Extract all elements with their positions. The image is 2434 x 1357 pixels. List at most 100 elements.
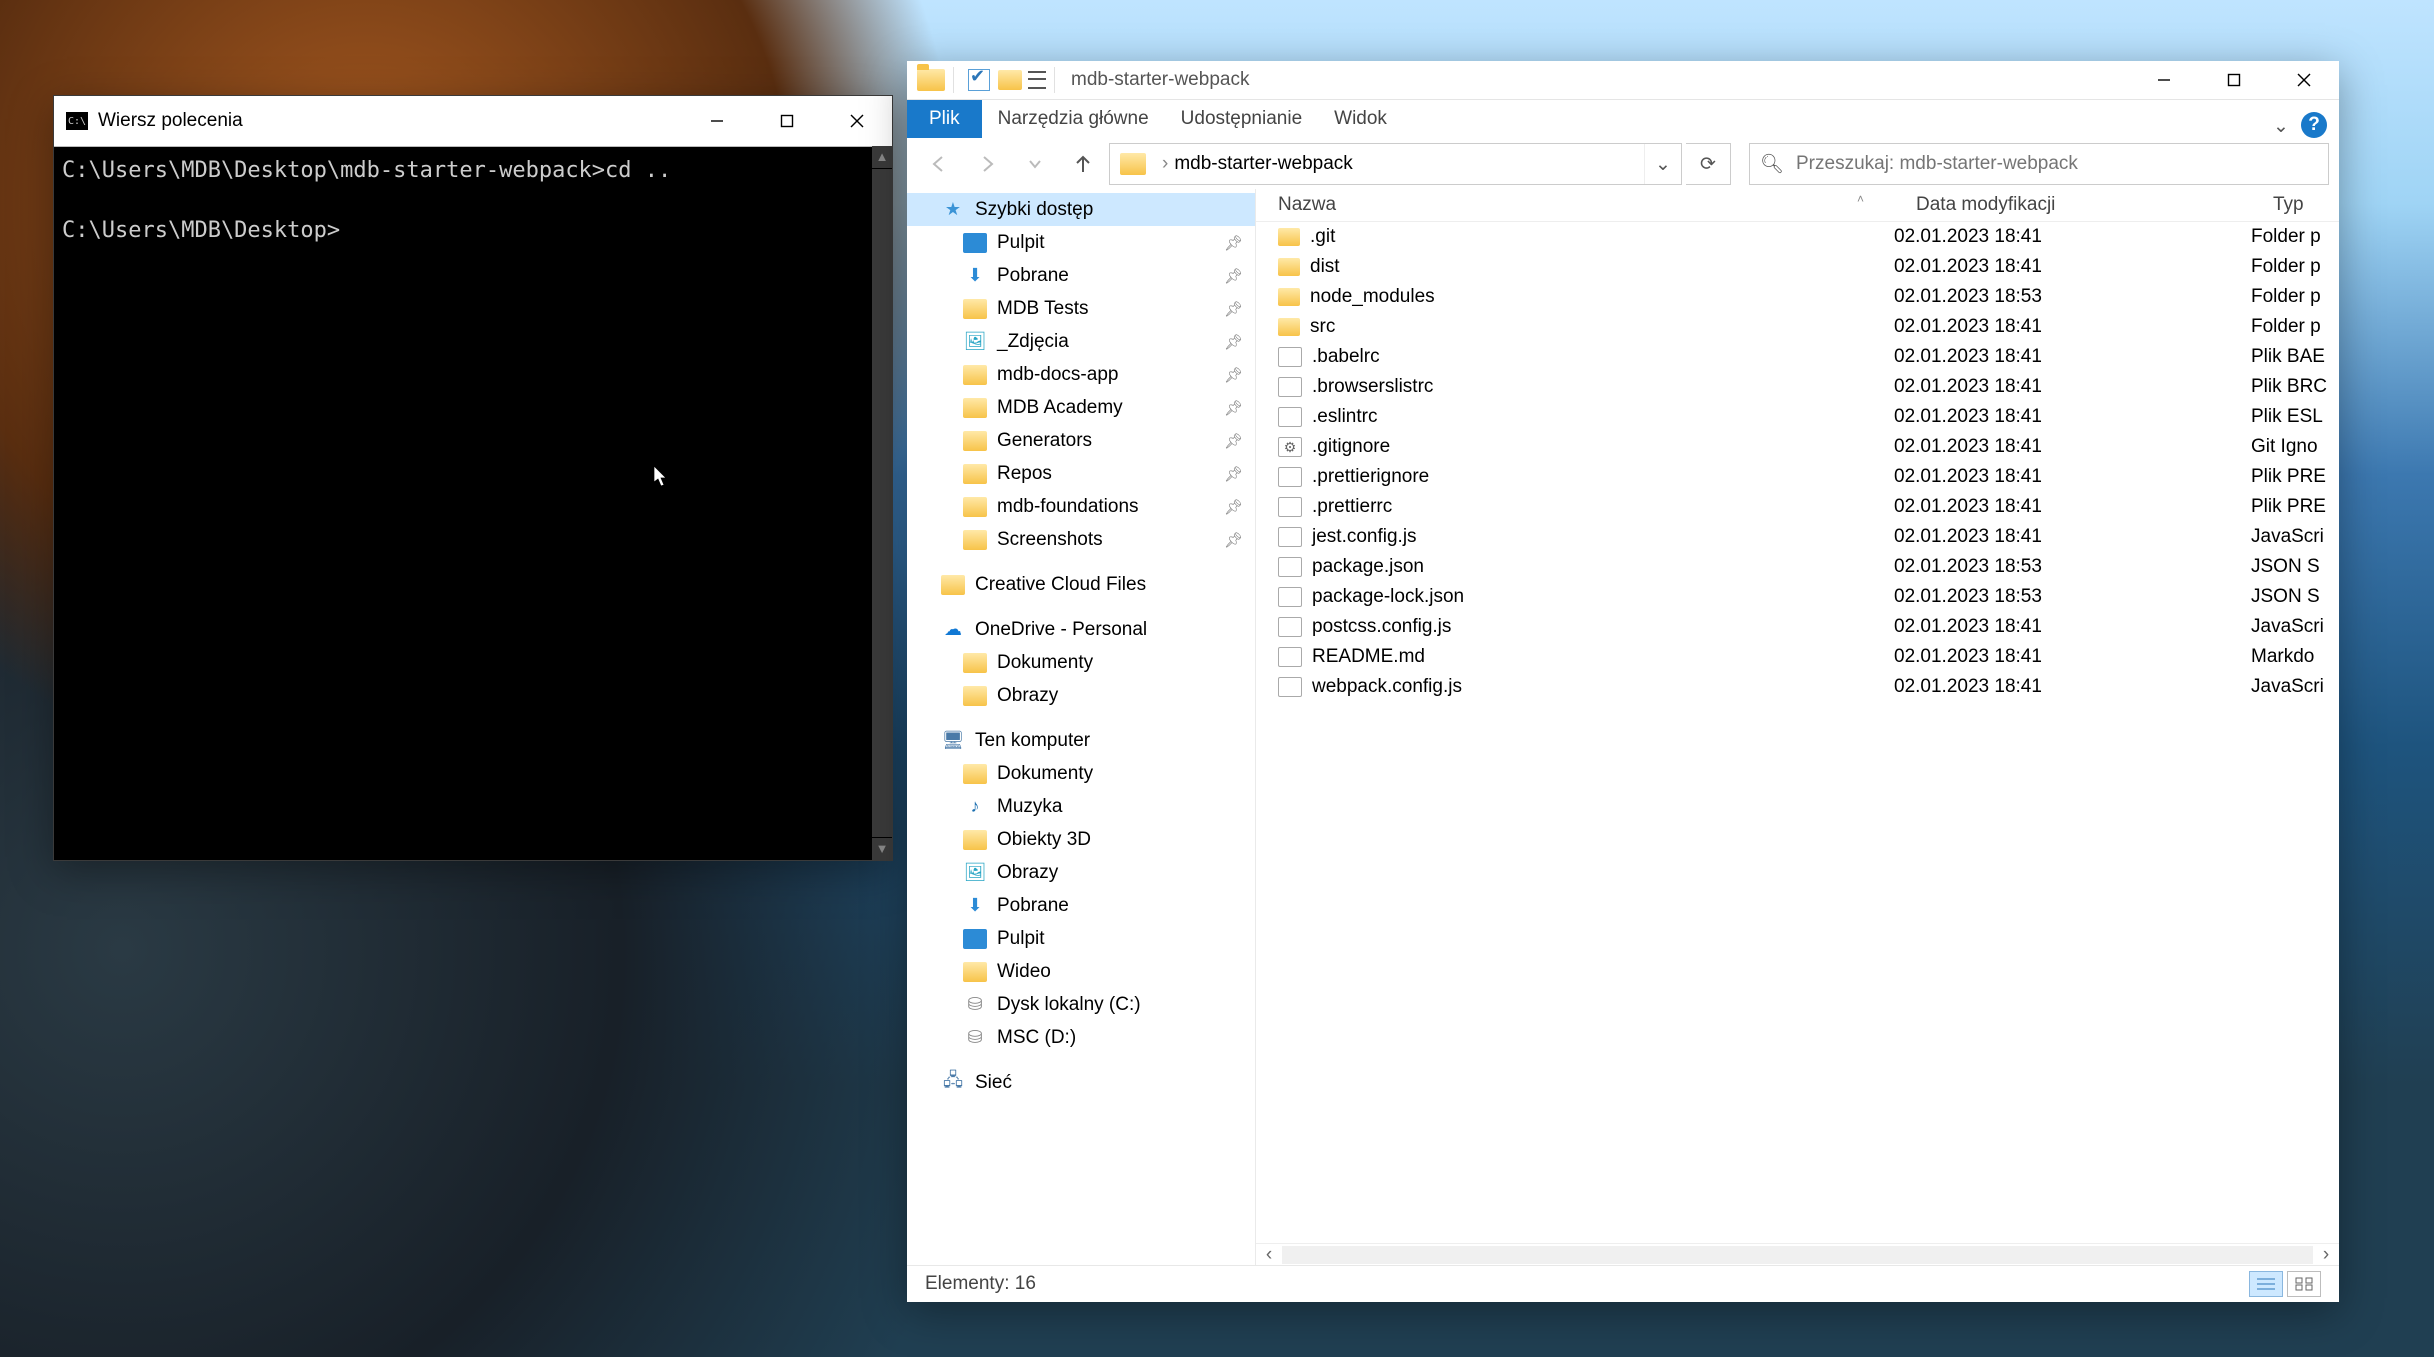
cmd-titlebar[interactable]: C:\ Wiersz polecenia: [54, 96, 892, 147]
ribbon-expand-icon[interactable]: ⌄: [2261, 115, 2301, 138]
file-row[interactable]: package.json02.01.2023 18:53JSON S: [1256, 552, 2339, 582]
nav-onedrive[interactable]: ☁ OneDrive - Personal: [907, 613, 1255, 646]
minimize-button[interactable]: [2129, 61, 2199, 99]
scroll-left-icon[interactable]: ‹: [1256, 1244, 1282, 1266]
qat-customize-icon[interactable]: [1028, 71, 1046, 89]
file-row[interactable]: .babelrc02.01.2023 18:41Plik BAE: [1256, 342, 2339, 372]
file-row[interactable]: webpack.config.js02.01.2023 18:41JavaScr…: [1256, 672, 2339, 702]
view-details-button[interactable]: [2249, 1271, 2283, 1297]
file-type: JSON S: [2229, 556, 2339, 578]
tab-share[interactable]: Udostępnianie: [1165, 100, 1318, 138]
nav-item[interactable]: MDB Academy📌︎: [907, 391, 1255, 424]
nav-item[interactable]: Wideo: [907, 955, 1255, 988]
nav-up-button[interactable]: [1061, 144, 1105, 184]
breadcrumb-dropdown-icon[interactable]: ⌄: [1644, 144, 1681, 184]
file-icon: [1278, 288, 1300, 306]
qat-newfolder-icon[interactable]: [998, 70, 1022, 90]
file-row[interactable]: node_modules02.01.2023 18:53Folder p: [1256, 282, 2339, 312]
nav-item[interactable]: mdb-foundations📌︎: [907, 490, 1255, 523]
nav-history-dropdown[interactable]: [1013, 144, 1057, 184]
nav-item[interactable]: Dokumenty: [907, 757, 1255, 790]
file-row[interactable]: .browserslistrc02.01.2023 18:41Plik BRC: [1256, 372, 2339, 402]
file-row[interactable]: README.md02.01.2023 18:41Markdo: [1256, 642, 2339, 672]
file-row[interactable]: .prettierignore02.01.2023 18:41Plik PRE: [1256, 462, 2339, 492]
breadcrumb-bar[interactable]: › mdb-starter-webpack ⌄: [1109, 143, 1682, 185]
nav-network[interactable]: 🖧︎ Sieć: [907, 1066, 1255, 1099]
nav-item-icon: [963, 830, 987, 850]
sort-asc-icon: ˄: [1857, 192, 1864, 206]
cmd-output[interactable]: C:\Users\MDB\Desktop\mdb-starter-webpack…: [54, 146, 872, 860]
pin-icon: 📌︎: [1224, 366, 1243, 384]
close-button[interactable]: [822, 96, 892, 146]
file-icon: [1278, 587, 1302, 607]
horizontal-scrollbar[interactable]: ‹ ›: [1256, 1243, 2339, 1266]
nav-forward-button[interactable]: [965, 144, 1009, 184]
nav-item[interactable]: Obrazy: [907, 679, 1255, 712]
file-row[interactable]: jest.config.js02.01.2023 18:41JavaScri: [1256, 522, 2339, 552]
file-row[interactable]: .prettierrc02.01.2023 18:41Plik PRE: [1256, 492, 2339, 522]
column-type[interactable]: Typ: [2251, 194, 2339, 216]
refresh-button[interactable]: ⟳: [1686, 143, 1731, 185]
tab-home[interactable]: Narzędzia główne: [982, 100, 1165, 138]
nav-item[interactable]: mdb-docs-app📌︎: [907, 358, 1255, 391]
nav-item[interactable]: MDB Tests📌︎: [907, 292, 1255, 325]
file-date: 02.01.2023 18:53: [1872, 556, 2229, 578]
file-row[interactable]: .git02.01.2023 18:41Folder p: [1256, 222, 2339, 252]
cmd-scrollbar[interactable]: ▲ ▼: [872, 146, 892, 860]
explorer-titlebar[interactable]: mdb-starter-webpack: [907, 61, 2339, 100]
column-date[interactable]: Data modyfikacji: [1894, 194, 2251, 216]
nav-item[interactable]: ♪Muzyka: [907, 790, 1255, 823]
file-icon: [1278, 377, 1302, 397]
nav-item[interactable]: 🖼︎Obrazy: [907, 856, 1255, 889]
nav-this-pc[interactable]: 🖥︎ Ten komputer: [907, 724, 1255, 757]
nav-item[interactable]: ⬇Pobrane: [907, 889, 1255, 922]
search-box[interactable]: 🔍︎: [1749, 143, 2329, 185]
file-row[interactable]: .eslintrc02.01.2023 18:41Plik ESL: [1256, 402, 2339, 432]
scroll-up-icon[interactable]: ▲: [872, 146, 892, 169]
minimize-button[interactable]: [682, 96, 752, 146]
nav-item-icon: [963, 431, 987, 451]
navigation-pane[interactable]: ★ Szybki dostęp Pulpit📌︎⬇Pobrane📌︎MDB Te…: [907, 189, 1256, 1266]
view-large-button[interactable]: [2287, 1271, 2321, 1297]
file-date: 02.01.2023 18:41: [1872, 376, 2229, 398]
nav-item-label: MSC (D:): [997, 1027, 1076, 1049]
nav-item[interactable]: Screenshots📌︎: [907, 523, 1255, 556]
qat-properties-icon[interactable]: [968, 69, 990, 91]
scroll-right-icon[interactable]: ›: [2313, 1244, 2339, 1266]
chevron-right-icon[interactable]: ›: [1162, 153, 1168, 175]
nav-item[interactable]: Repos📌︎: [907, 457, 1255, 490]
file-row[interactable]: dist02.01.2023 18:41Folder p: [1256, 252, 2339, 282]
nav-creative-cloud[interactable]: Creative Cloud Files: [907, 568, 1255, 601]
close-button[interactable]: [2269, 61, 2339, 99]
file-name: .browserslistrc: [1312, 376, 1433, 398]
nav-item[interactable]: ⬇Pobrane📌︎: [907, 259, 1255, 292]
nav-item[interactable]: Obiekty 3D: [907, 823, 1255, 856]
file-row[interactable]: src02.01.2023 18:41Folder p: [1256, 312, 2339, 342]
search-input[interactable]: [1794, 152, 2328, 176]
nav-item[interactable]: ⛁Dysk lokalny (C:): [907, 988, 1255, 1021]
breadcrumb-current[interactable]: mdb-starter-webpack: [1174, 153, 1352, 175]
file-row[interactable]: postcss.config.js02.01.2023 18:41JavaScr…: [1256, 612, 2339, 642]
maximize-button[interactable]: [752, 96, 822, 146]
file-list[interactable]: .git02.01.2023 18:41Folder pdist02.01.20…: [1256, 222, 2339, 1243]
file-date: 02.01.2023 18:41: [1872, 676, 2229, 698]
tab-file[interactable]: Plik: [907, 100, 982, 138]
file-name: postcss.config.js: [1312, 616, 1451, 638]
nav-item[interactable]: Dokumenty: [907, 646, 1255, 679]
nav-item[interactable]: 🖼︎_Zdjęcia📌︎: [907, 325, 1255, 358]
file-row[interactable]: package-lock.json02.01.2023 18:53JSON S: [1256, 582, 2339, 612]
tab-view[interactable]: Widok: [1318, 100, 1403, 138]
nav-item[interactable]: Pulpit: [907, 922, 1255, 955]
column-name[interactable]: Nazwa˄: [1256, 194, 1894, 216]
nav-item[interactable]: Generators📌︎: [907, 424, 1255, 457]
file-row[interactable]: ⚙︎.gitignore02.01.2023 18:41Git Igno: [1256, 432, 2339, 462]
nav-back-button[interactable]: [917, 144, 961, 184]
nav-item[interactable]: Pulpit📌︎: [907, 226, 1255, 259]
nav-item[interactable]: ⛁ MSC (D:): [907, 1021, 1255, 1054]
maximize-button[interactable]: [2199, 61, 2269, 99]
pin-icon: 📌︎: [1224, 465, 1243, 483]
nav-item-icon: ⛁: [963, 1028, 987, 1048]
scroll-down-icon[interactable]: ▼: [872, 837, 892, 860]
help-icon[interactable]: ?: [2301, 112, 2327, 138]
nav-quick-access[interactable]: ★ Szybki dostęp: [907, 193, 1255, 226]
